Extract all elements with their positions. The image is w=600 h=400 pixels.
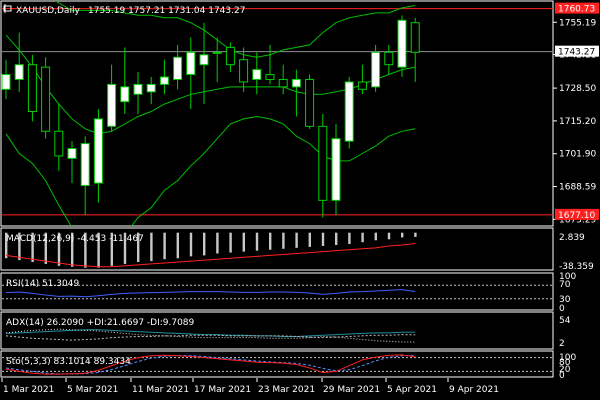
macd-label: MACD(12,26,9) -4.453 -11.467	[6, 234, 144, 244]
bear-candle	[278, 78, 288, 88]
date-tick-label: 17 Mar 2021	[194, 385, 251, 395]
bull-candle	[133, 83, 143, 95]
macd-histogram-bar	[216, 232, 219, 254]
date-tick-label: 9 Apr 2021	[449, 385, 499, 395]
macd-histogram-bar	[335, 232, 338, 245]
rsi-line	[5, 289, 416, 298]
macd-histogram-bar	[189, 232, 193, 257]
adx-label: ADX(14) 26.2090 +DI:21.6697 -DI:9.7089	[6, 318, 195, 328]
macd-histogram-bar	[150, 232, 153, 262]
ohlc-readout: 1755.19 1757.21 1731.04 1743.27	[88, 6, 245, 16]
adx-plus-di-line	[5, 334, 416, 341]
low-price-tag-label: 1677.10	[558, 211, 595, 221]
macd-histogram-bar	[242, 232, 245, 252]
bull-candle	[67, 148, 77, 159]
bear-candle	[357, 81, 367, 90]
date-tick-label: 23 Mar 2021	[258, 385, 315, 395]
rsi-series-layer	[2, 284, 552, 300]
adx-series-layer	[5, 328, 416, 343]
macd-histogram-bar	[295, 232, 298, 248]
macd-histogram-bar	[229, 232, 232, 253]
macd-histogram-bar	[401, 232, 404, 238]
bull-candle	[344, 81, 354, 142]
bear-candle	[384, 51, 394, 66]
macd-histogram-bar	[203, 232, 206, 256]
main-price-panel[interactable]	[0, 0, 554, 227]
bear-candle	[265, 74, 275, 80]
symbol-timeframe: XAUUSD,Daily	[16, 6, 80, 16]
chart-header: XAUUSD,Daily 1755.19 1757.21 1731.04 174…	[3, 4, 245, 16]
bull-candle	[80, 143, 90, 187]
macd-histogram-bar	[282, 232, 285, 249]
macd-histogram-bar	[321, 232, 325, 246]
rsi-label: RSI(14) 51.3049	[6, 279, 79, 289]
trading-chart[interactable]: XAUUSD,Daily 1755.19 1757.21 1731.04 174…	[0, 0, 600, 400]
bollinger-middle-band	[5, 34, 416, 135]
bear-candle	[305, 78, 315, 127]
bull-candle	[331, 138, 341, 201]
adx-tick-label: 54	[559, 316, 571, 326]
bull-candle	[159, 76, 169, 85]
macd-histogram-bar	[255, 232, 259, 251]
bull-candle	[93, 118, 103, 184]
bear-candle	[239, 59, 249, 83]
price-tick-label: 1728.50	[559, 84, 596, 94]
date-tick-label: 1 Mar 2021	[3, 385, 54, 395]
bull-candle	[173, 56, 183, 80]
macd-histogram-bar	[348, 232, 351, 245]
date-tick-label: 29 Mar 2021	[323, 385, 380, 395]
bull-candle	[120, 86, 130, 103]
price-tick-label: 1701.90	[559, 150, 596, 160]
macd-tick-label: 2.839	[559, 233, 585, 243]
price-tick-label: 1715.20	[559, 117, 596, 127]
date-tick-label: 5 Apr 2021	[387, 385, 437, 395]
macd-histogram-bar	[361, 232, 364, 243]
sto-tick-label: 0	[559, 371, 565, 381]
bull-candle	[291, 78, 301, 88]
price-tick-label: 1755.19	[559, 18, 596, 28]
bull-candle	[199, 54, 209, 66]
macd-histogram-bar	[163, 232, 166, 260]
macd-histogram-bar	[308, 232, 311, 247]
bull-candle	[212, 51, 222, 54]
macd-histogram-bar	[387, 232, 391, 240]
macd-histogram-bar	[176, 232, 179, 259]
bear-candle	[225, 46, 235, 66]
price-series-layer	[1, 1, 553, 226]
macd-histogram-bar	[414, 232, 417, 237]
rsi-tick-label: 0	[559, 304, 565, 314]
macd-signal-line	[5, 243, 416, 268]
date-tick-label: 11 Mar 2021	[132, 385, 189, 395]
bear-candle	[54, 130, 64, 157]
bear-candle	[318, 125, 328, 201]
bear-candle	[41, 66, 51, 132]
rsi-tick-label: 70	[559, 280, 571, 290]
bull-candle	[252, 69, 262, 80]
macd-tick-label: -38.359	[559, 262, 594, 272]
bull-candle	[397, 19, 407, 68]
bull-candle	[1, 74, 11, 90]
bull-candle	[14, 64, 24, 80]
macd-histogram-bar	[374, 232, 377, 241]
bear-candle	[27, 64, 37, 113]
price-tick-label: 1688.59	[559, 183, 596, 193]
current-price-tag-label: 1743.27	[558, 48, 595, 58]
bull-candle	[186, 51, 196, 76]
bull-candle	[146, 83, 156, 93]
date-tick-label: 5 Mar 2021	[67, 385, 118, 395]
adx-tick-label: 2	[559, 339, 565, 349]
sto-label: Sto(5,3,3) 83.1014 89.3434	[6, 357, 131, 367]
bull-candle	[371, 51, 381, 88]
bear-candle	[410, 22, 420, 53]
macd-histogram-bar	[269, 232, 272, 250]
bull-candle	[107, 83, 117, 127]
high-price-tag-label: 1760.73	[558, 5, 595, 15]
